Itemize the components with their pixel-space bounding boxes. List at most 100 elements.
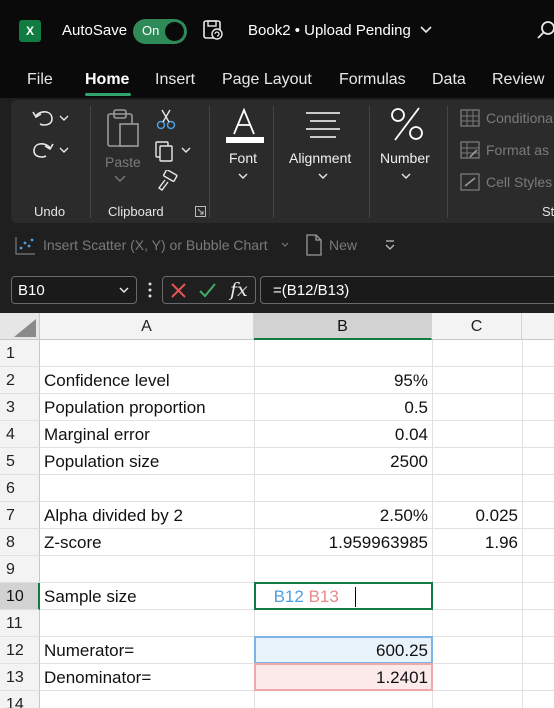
select-all-corner[interactable] <box>0 313 40 340</box>
cell-b13[interactable]: 1.2401 <box>254 664 432 691</box>
column-header-b[interactable]: B <box>254 313 432 340</box>
cell-a7[interactable]: Alpha divided by 2 <box>40 502 254 529</box>
cell-a13[interactable]: Denominator= <box>40 664 254 691</box>
paste-icon[interactable] <box>104 106 144 150</box>
dialog-launcher-icon[interactable] <box>195 206 206 217</box>
select-all-icon <box>14 319 36 337</box>
format-as-table-label[interactable]: Format as <box>486 142 549 158</box>
cell-styles-icon[interactable] <box>460 173 480 191</box>
cell-a3[interactable]: Population proportion <box>40 394 254 421</box>
redo-icon[interactable] <box>30 138 72 162</box>
tab-page-layout[interactable]: Page Layout <box>222 71 312 89</box>
save-sync-icon[interactable] <box>202 19 224 41</box>
chevron-down-icon[interactable] <box>420 25 432 35</box>
font-icon[interactable] <box>226 106 266 146</box>
cell-styles-label[interactable]: Cell Styles <box>486 174 552 190</box>
cancel-icon[interactable] <box>170 282 187 299</box>
chevron-down-icon[interactable] <box>118 286 130 295</box>
format-painter-icon[interactable] <box>156 170 178 192</box>
chevron-down-icon[interactable] <box>112 174 128 184</box>
row-header[interactable]: 11 <box>0 610 40 637</box>
format-as-table-icon[interactable] <box>460 141 480 159</box>
cell-a4[interactable]: Marginal error <box>40 421 254 448</box>
formula-input[interactable]: =(B12/B13) <box>260 276 554 304</box>
row-header[interactable]: 10 <box>0 583 40 610</box>
cell-a5[interactable]: Population size <box>40 448 254 475</box>
chevron-down-icon[interactable] <box>236 172 250 182</box>
excel-logo-icon: X <box>19 20 41 42</box>
cell-b8[interactable]: 1.959963985 <box>254 529 432 556</box>
number-label[interactable]: Number <box>380 150 430 166</box>
tab-data[interactable]: Data <box>432 71 466 89</box>
formula-prefix: =( <box>258 587 274 606</box>
insert-function-icon[interactable]: fx <box>230 279 248 301</box>
cut-icon[interactable] <box>156 108 176 130</box>
cell-b7[interactable]: 2.50% <box>254 502 432 529</box>
percent-icon[interactable] <box>389 106 425 142</box>
chevron-down-icon[interactable] <box>399 172 413 182</box>
chevron-down-icon[interactable] <box>280 241 290 249</box>
tab-review[interactable]: Review <box>492 71 544 89</box>
cell-a8[interactable]: Z-score <box>40 529 254 556</box>
paste-label[interactable]: Paste <box>105 154 141 170</box>
alignment-label[interactable]: Alignment <box>289 150 351 166</box>
row-header[interactable]: 13 <box>0 664 40 691</box>
tab-home[interactable]: Home <box>85 71 129 89</box>
row-header[interactable]: 12 <box>0 637 40 664</box>
tab-file[interactable]: File <box>27 71 53 89</box>
autosave-state: On <box>142 23 160 38</box>
cell-b5[interactable]: 2500 <box>254 448 432 475</box>
column-header-a[interactable]: A <box>40 313 254 340</box>
formula-buttons: fx <box>162 276 256 304</box>
row-header[interactable]: 14 <box>0 691 40 708</box>
new-button[interactable]: New <box>329 237 357 253</box>
row-header[interactable]: 6 <box>0 475 40 502</box>
insert-scatter-chart-button[interactable]: Insert Scatter (X, Y) or Bubble Chart <box>43 237 268 253</box>
customize-toolbar-icon[interactable] <box>383 238 397 252</box>
row-header[interactable]: 3 <box>0 394 40 421</box>
column-header-d[interactable] <box>522 313 554 340</box>
row-header[interactable]: 2 <box>0 367 40 394</box>
row-header[interactable]: 7 <box>0 502 40 529</box>
tab-insert[interactable]: Insert <box>155 71 195 89</box>
more-options-icon[interactable] <box>148 280 152 300</box>
conditional-formatting-icon[interactable] <box>460 109 480 127</box>
row-header[interactable]: 8 <box>0 529 40 556</box>
confirm-icon[interactable] <box>198 282 217 299</box>
row-header[interactable]: 5 <box>0 448 40 475</box>
tab-formulas[interactable]: Formulas <box>339 71 406 89</box>
scatter-chart-icon[interactable] <box>14 236 36 256</box>
cell-a12[interactable]: Numerator= <box>40 637 254 664</box>
search-icon[interactable] <box>536 20 554 40</box>
font-label[interactable]: Font <box>229 150 257 166</box>
row-header[interactable]: 9 <box>0 556 40 583</box>
autosave-toggle[interactable]: On <box>133 19 187 44</box>
title-bar: X AutoSave On Book2 • Upload Pending <box>0 0 554 62</box>
row-header[interactable]: 4 <box>0 421 40 448</box>
clipboard-group-label: Clipboard <box>108 204 164 219</box>
name-box[interactable]: B10 <box>11 276 137 304</box>
workbook-title[interactable]: Book2 • Upload Pending <box>248 22 411 39</box>
row-header[interactable]: 1 <box>0 340 40 367</box>
cell-b3[interactable]: 0.5 <box>254 394 432 421</box>
cell-b2[interactable]: 95% <box>254 367 432 394</box>
cell-b12[interactable]: 600.25 <box>254 637 432 664</box>
ribbon-separator <box>273 106 274 218</box>
name-box-value: B10 <box>18 282 45 299</box>
cell-edit-formula[interactable]: =(B12/B13) <box>258 583 345 610</box>
cell-c7[interactable]: 0.025 <box>432 502 522 529</box>
copy-icon[interactable] <box>154 140 194 162</box>
menu-bar: File Home Insert Page Layout Formulas Da… <box>0 62 554 98</box>
cell-c8[interactable]: 1.96 <box>432 529 522 556</box>
undo-icon[interactable] <box>30 106 72 130</box>
cell-a10[interactable]: Sample size <box>40 583 254 610</box>
autosave-label: AutoSave <box>62 22 128 39</box>
chevron-down-icon[interactable] <box>316 172 330 182</box>
new-document-icon[interactable] <box>305 234 323 256</box>
alignment-icon[interactable] <box>304 110 342 140</box>
spreadsheet-grid: A B C 1 2 3 4 5 6 7 8 9 10 11 12 13 14 =… <box>0 313 554 708</box>
column-header-c[interactable]: C <box>432 313 522 340</box>
cell-b4[interactable]: 0.04 <box>254 421 432 448</box>
conditional-formatting-label[interactable]: Conditional <box>486 110 554 126</box>
cell-a2[interactable]: Confidence level <box>40 367 254 394</box>
